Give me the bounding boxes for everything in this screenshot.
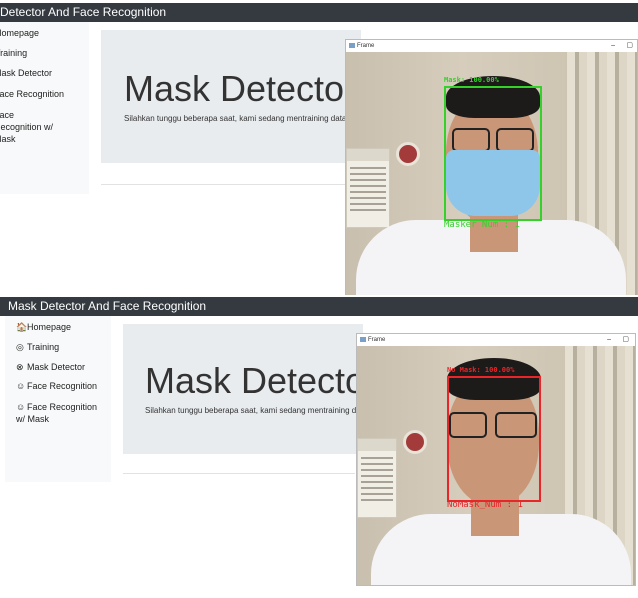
page-title: Mask Detector [124, 68, 357, 109]
sidebar-item-training[interactable]: Training [0, 48, 27, 58]
jumbotron: Mask Detector Silahkan tunggu beberapa s… [123, 324, 377, 454]
wall-clock [403, 430, 427, 454]
sidebar: Homepage Training Mask Detector Face Rec… [0, 22, 89, 194]
detection-count: NoMask_Num : 1 [447, 500, 523, 510]
sidebar-item-mask-detector[interactable]: Mask Detector [0, 68, 52, 78]
sidebar-item-label: Mask Detector [0, 68, 53, 78]
sidebar-item-homepage[interactable]: Homepage [0, 28, 39, 38]
sidebar-item-homepage[interactable]: 🏠Homepage [16, 322, 71, 333]
sidebar-item-label: Homepage [27, 322, 72, 332]
maximize-button[interactable]: ▢ [622, 334, 629, 346]
frame-window[interactable]: Frame – ▢ Mask: 100.00% Masker Num : 1 [345, 39, 638, 295]
sidebar-item-label: Training [0, 48, 28, 58]
sidebar-item-face-recognition-mask[interactable]: Face Recognition w/ Mask [0, 109, 60, 145]
wall-clock [396, 142, 420, 166]
camera-icon: ◎ [16, 342, 24, 352]
bottom-screenshot: Mask Detector And Face Recognition 🏠Home… [0, 296, 638, 598]
detection-label: Mask: 100.00% [444, 76, 499, 84]
mask-icon: ⊗ [16, 362, 24, 372]
minimize-button[interactable]: – [607, 334, 611, 346]
page-subtext: Silahkan tunggu beberapa saat, kami seda… [145, 406, 370, 415]
page-title: Mask Detector [145, 360, 378, 401]
sidebar-item-face-recognition-mask[interactable]: ☺ Face Recognition w/ Mask [16, 401, 98, 425]
wall-calendar [346, 148, 390, 228]
face-icon: ☺ [16, 381, 26, 391]
frame-window[interactable]: Frame – ▢ No Mask: 100.00% NoMask_Num : … [356, 333, 636, 586]
window-icon [349, 42, 355, 48]
sidebar-item-label: Training [27, 342, 60, 352]
detection-label: No Mask: 100.00% [447, 366, 515, 374]
navbar: Mask Detector And Face Recognition [0, 297, 638, 316]
sidebar-item-label: Face Recognition [0, 89, 65, 99]
top-screenshot: Mask Detector And Face Recognition Homep… [0, 0, 638, 295]
frame-title: Frame [357, 43, 375, 49]
home-icon: 🏠 [16, 322, 28, 332]
sidebar-item-mask-detector[interactable]: ⊗ Mask Detector [16, 362, 85, 373]
divider [123, 473, 355, 474]
webcam-feed: Mask: 100.00% Masker Num : 1 [346, 52, 637, 295]
face-icon: ☺ [16, 402, 26, 412]
frame-title: Frame [368, 337, 386, 343]
sidebar-item-label: Face Recognition [27, 381, 98, 391]
sidebar-item-training[interactable]: ◎ Training [16, 342, 59, 353]
sidebar-item-label: Face Recognition w/ Mask [16, 402, 98, 424]
minimize-button[interactable]: – [611, 40, 615, 52]
navbar: Mask Detector And Face Recognition [0, 3, 638, 22]
divider [101, 184, 351, 185]
window-icon [360, 336, 366, 342]
page-subtext: Silahkan tunggu beberapa saat, kami seda… [124, 114, 349, 123]
sidebar-item-label: Homepage [0, 28, 40, 38]
sidebar: 🏠Homepage ◎ Training ⊗ Mask Detector ☺ Face… [5, 316, 111, 482]
webcam-feed: No Mask: 100.00% NoMask_Num : 1 [357, 346, 635, 585]
app-title: Mask Detector And Face Recognition [8, 299, 207, 313]
maximize-button[interactable]: ▢ [626, 40, 633, 52]
detection-box [444, 86, 542, 221]
detection-box [447, 376, 541, 502]
sidebar-item-label: Mask Detector [27, 362, 86, 372]
sidebar-item-face-recognition[interactable]: ☺ Face Recognition [16, 381, 97, 391]
frame-titlebar: Frame – ▢ [346, 40, 637, 52]
sidebar-item-face-recognition[interactable]: Face Recognition [0, 89, 64, 99]
frame-titlebar: Frame – ▢ [357, 334, 635, 346]
sidebar-item-label: Face Recognition w/ Mask [0, 110, 54, 144]
jumbotron: Mask Detector Silahkan tunggu beberapa s… [101, 30, 361, 163]
wall-calendar [357, 438, 397, 518]
detection-count: Masker Num : 1 [444, 220, 520, 230]
app-title: Mask Detector And Face Recognition [0, 5, 167, 19]
